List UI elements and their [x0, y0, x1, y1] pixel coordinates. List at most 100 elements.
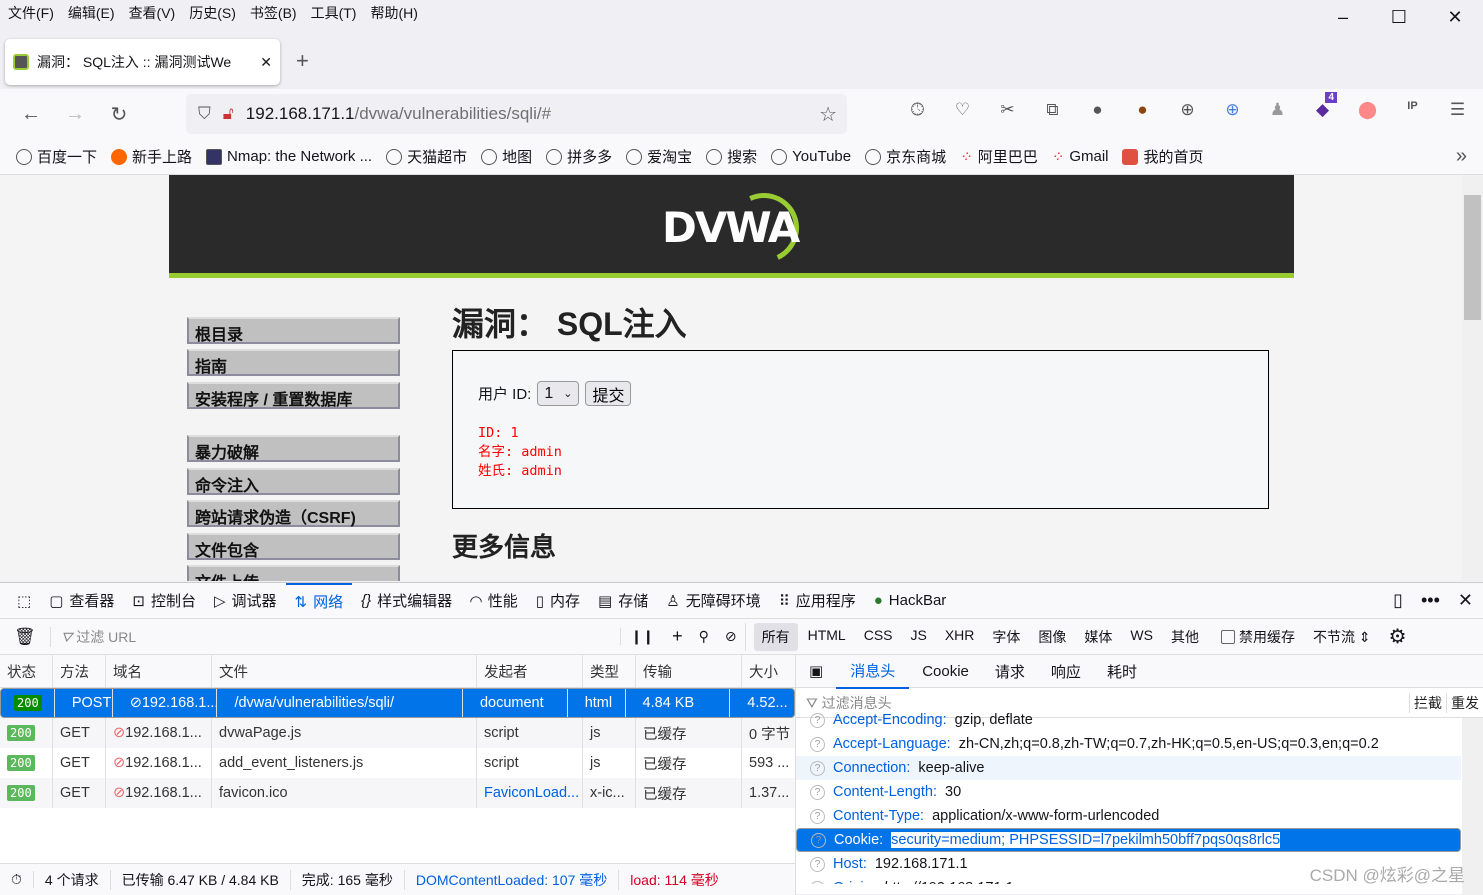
- more-options-icon[interactable]: •••: [1421, 590, 1440, 611]
- bookmark-item[interactable]: 京东商城: [865, 146, 946, 167]
- search-icon[interactable]: ⚲: [691, 628, 717, 645]
- filter-html[interactable]: HTML: [800, 623, 854, 651]
- bookmark-item[interactable]: ⁘ Gmail: [1052, 148, 1109, 166]
- sidebar-item-file-upload[interactable]: 文件上传: [187, 565, 400, 581]
- tab-hackbar[interactable]: ● HackBar: [865, 583, 956, 619]
- help-icon[interactable]: ?: [810, 856, 825, 872]
- bookmark-item[interactable]: 我的首页: [1122, 146, 1204, 167]
- tab-memory[interactable]: ▯ 内存: [527, 583, 589, 619]
- table-row[interactable]: 200 GET ⊘ 192.168.1... add_event_listeners.…: [0, 748, 795, 778]
- tab-debugger[interactable]: ▷ 调试器: [205, 583, 286, 619]
- tab-request[interactable]: 请求: [982, 661, 1038, 682]
- browser-tab[interactable]: 漏洞： SQL注入 :: 漏洞测试We ✕: [5, 39, 280, 85]
- menu-view[interactable]: 查看(V): [129, 3, 176, 23]
- filter-css[interactable]: CSS: [856, 623, 901, 651]
- filter-images[interactable]: 图像: [1030, 623, 1074, 651]
- bookmark-item[interactable]: YouTube: [771, 148, 851, 165]
- sidebar-item-file-inclusion[interactable]: 文件包含: [187, 533, 400, 560]
- menu-file[interactable]: 文件(F): [8, 3, 54, 23]
- tab-network[interactable]: ⇅ 网络: [285, 582, 353, 619]
- col-method[interactable]: 方法: [53, 655, 106, 687]
- menu-help[interactable]: 帮助(H): [370, 3, 417, 23]
- menu-bookmarks[interactable]: 书签(B): [250, 3, 297, 23]
- bookmark-item[interactable]: 地图: [481, 146, 532, 167]
- tab-storage[interactable]: ▤ 存储: [589, 583, 657, 619]
- hamburger-menu-icon[interactable]: ☰: [1435, 100, 1480, 120]
- more-bookmarks-icon[interactable]: »: [1456, 145, 1467, 168]
- table-row[interactable]: 200 GET ⊘ 192.168.1... dvwaPage.js script js 已…: [0, 718, 795, 748]
- responsive-mode-icon[interactable]: ▯: [1393, 590, 1403, 611]
- help-icon[interactable]: ?: [810, 736, 825, 752]
- tab-accessibility[interactable]: ♙ 无障碍环境: [657, 583, 769, 619]
- reload-icon[interactable]: ↻: [97, 102, 141, 127]
- col-size[interactable]: 大小: [742, 655, 795, 687]
- filter-media[interactable]: 媒体: [1076, 623, 1120, 651]
- help-icon[interactable]: ?: [811, 832, 826, 848]
- help-icon[interactable]: ?: [810, 712, 825, 728]
- close-tab-icon[interactable]: ✕: [260, 54, 272, 71]
- close-devtools-icon[interactable]: ✕: [1458, 590, 1473, 611]
- close-window-icon[interactable]: ✕: [1427, 0, 1483, 34]
- cookie-icon[interactable]: ●: [1120, 100, 1165, 120]
- back-icon[interactable]: ←: [9, 103, 53, 126]
- maximize-icon[interactable]: ☐: [1371, 0, 1427, 34]
- sidebar-item-instructions[interactable]: 指南: [187, 349, 400, 376]
- tab-timings[interactable]: 耗时: [1094, 661, 1150, 682]
- col-file[interactable]: 文件: [212, 655, 477, 687]
- pause-icon[interactable]: ❙❙: [619, 628, 664, 645]
- header-row[interactable]: ? Content-Type: application/x-www-form-url…: [796, 804, 1461, 828]
- bookmark-item[interactable]: 百度一下: [16, 146, 97, 167]
- settings-gear-icon[interactable]: ⚙: [1389, 624, 1407, 649]
- resend-button[interactable]: 重发: [1446, 692, 1483, 713]
- bookmark-item[interactable]: Nmap: the Network ...: [206, 148, 372, 165]
- sidebar-item-brute-force[interactable]: 暴力破解: [187, 435, 400, 462]
- ip-extension-label[interactable]: IP: [1390, 100, 1435, 120]
- filter-fonts[interactable]: 字体: [984, 623, 1028, 651]
- screenshot-icon[interactable]: ✂: [985, 100, 1030, 120]
- new-tab-icon[interactable]: +: [296, 48, 309, 74]
- minimize-icon[interactable]: –: [1315, 0, 1371, 34]
- forward-icon[interactable]: →: [53, 103, 97, 126]
- block-button[interactable]: 拦截: [1409, 692, 1446, 713]
- filter-other[interactable]: 其他: [1163, 623, 1207, 651]
- bookmark-item[interactable]: 爱淘宝: [626, 146, 692, 167]
- scrollbar-thumb[interactable]: [1464, 195, 1481, 320]
- tab-style-editor[interactable]: {} 样式编辑器: [352, 583, 461, 619]
- col-status[interactable]: 状态: [0, 655, 53, 687]
- spy-icon[interactable]: ♟: [1255, 100, 1300, 120]
- bookmark-star-icon[interactable]: ☆: [819, 102, 837, 127]
- help-icon[interactable]: ?: [810, 760, 825, 776]
- extension-avatar-icon[interactable]: ●: [1075, 100, 1120, 120]
- tab-cookies[interactable]: Cookie: [909, 663, 982, 680]
- filter-ws[interactable]: WS: [1122, 623, 1161, 651]
- bookmark-item[interactable]: 拼多多: [546, 146, 612, 167]
- table-row[interactable]: 200 GET ⊘ 192.168.1... favicon.ico FaviconLo…: [0, 778, 795, 808]
- insecure-lock-icon[interactable]: 🔓︎: [223, 104, 234, 124]
- tab-inspector[interactable]: ▢ 查看器: [40, 583, 123, 619]
- header-row[interactable]: ? Cookie: security=medium; PHPSESSID=l7pek…: [796, 828, 1461, 852]
- pocket-icon[interactable]: ♡: [940, 100, 985, 120]
- menu-history[interactable]: 历史(S): [189, 3, 236, 23]
- tab-console[interactable]: ⊡ 控制台: [123, 583, 205, 619]
- filter-js[interactable]: JS: [903, 623, 935, 651]
- header-filter-input[interactable]: ⛛ 过滤消息头: [806, 693, 1409, 713]
- add-icon[interactable]: +: [664, 626, 691, 647]
- submit-button[interactable]: 提交: [585, 381, 632, 406]
- headers-scrollbar[interactable]: [1462, 718, 1483, 895]
- block-icon[interactable]: ⊘: [717, 628, 745, 645]
- extensions-icon[interactable]: ⧉: [1030, 100, 1075, 120]
- sidebar-item-csrf[interactable]: 跨站请求伪造（CSRF): [187, 500, 400, 527]
- tab-performance[interactable]: ◠ 性能: [461, 583, 527, 619]
- bookmark-item[interactable]: 新手上路: [111, 146, 192, 167]
- tab-headers[interactable]: 消息头: [836, 654, 910, 689]
- bookmark-item[interactable]: 搜索: [706, 146, 757, 167]
- throttle-select[interactable]: 不节流 ⇕: [1313, 627, 1371, 647]
- help-icon[interactable]: ?: [810, 808, 825, 824]
- user-id-select[interactable]: 1 ⌄: [537, 381, 580, 406]
- bookmark-item[interactable]: ⁘ 阿里巴巴: [960, 146, 1038, 167]
- shield-icon[interactable]: ⛉: [198, 104, 211, 124]
- history-icon[interactable]: 🕓︎: [895, 100, 940, 120]
- table-row[interactable]: 200 POST ⊘ 192.168.1... /dvwa/vulnerabiliti…: [0, 688, 795, 718]
- sidebar-item-command-injection[interactable]: 命令注入: [187, 468, 400, 495]
- menu-tools[interactable]: 工具(T): [311, 3, 357, 23]
